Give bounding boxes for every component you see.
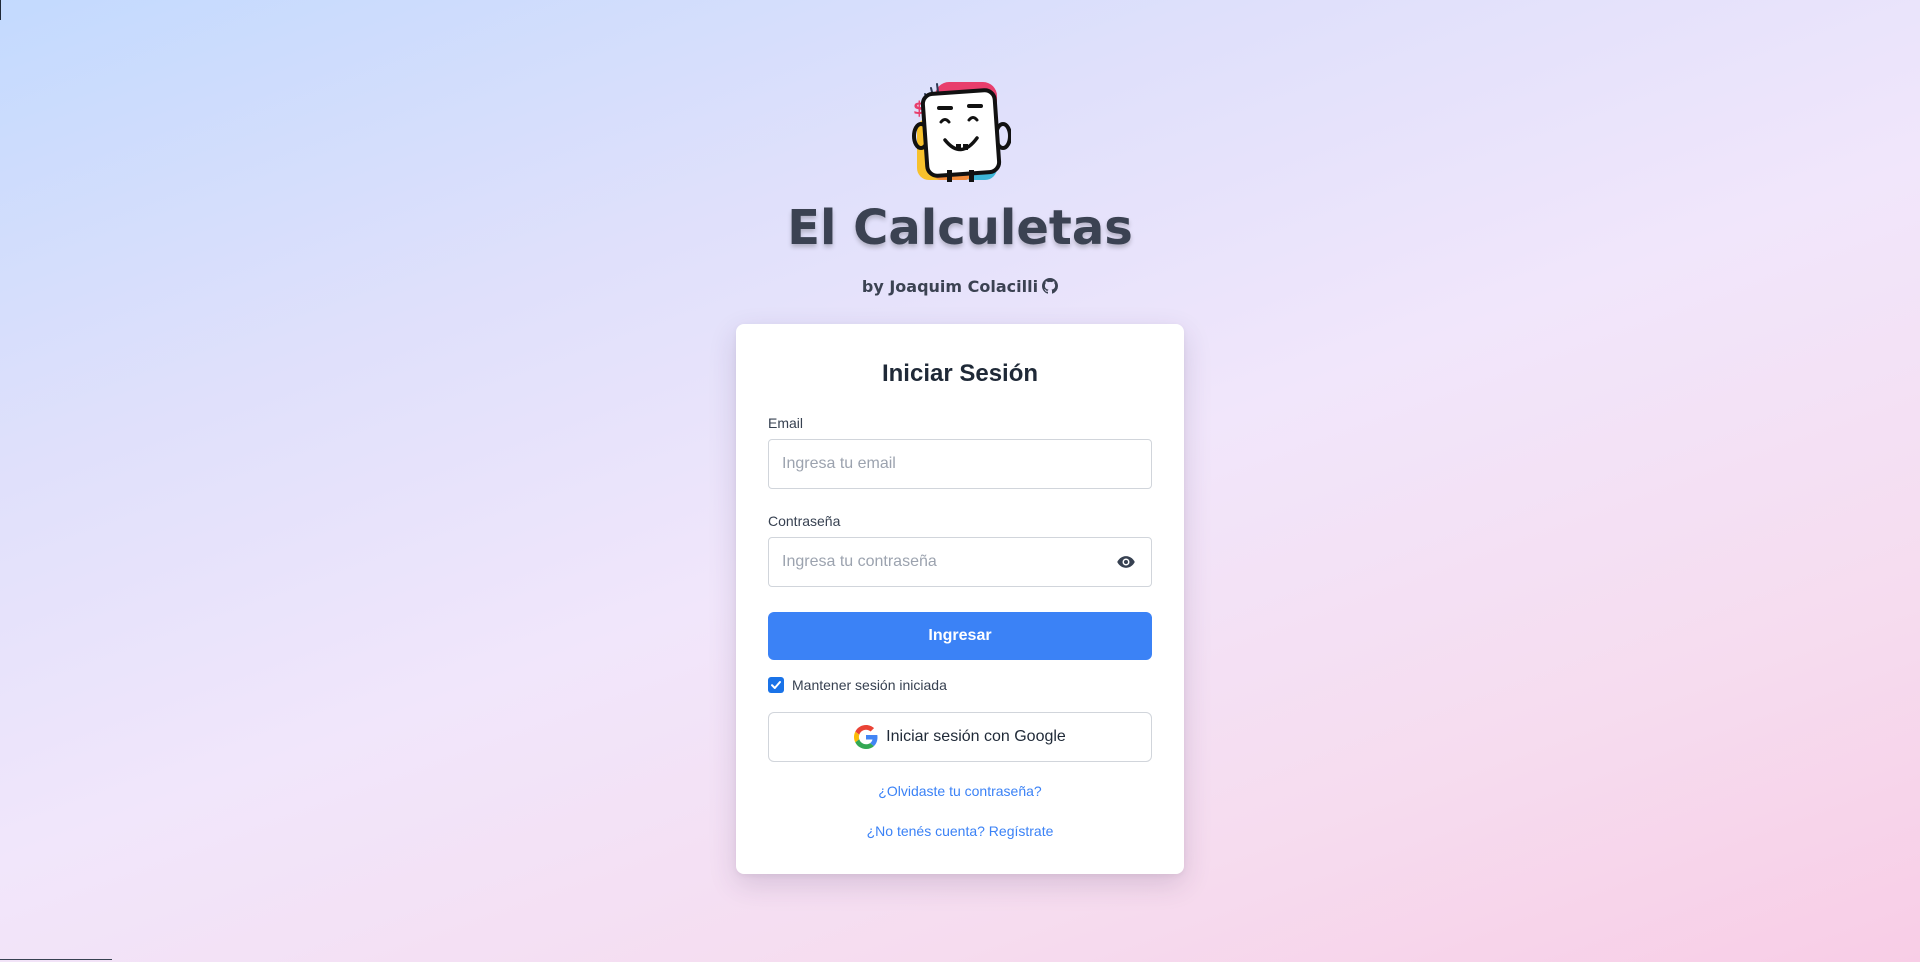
password-input[interactable]: [768, 537, 1152, 587]
login-title: Iniciar Sesión: [881, 360, 1039, 387]
byline[interactable]: by Joaquim Colacilli: [0, 276, 1920, 298]
password-label: Contraseña: [768, 513, 841, 529]
email-label: Email: [768, 415, 804, 431]
email-input[interactable]: [768, 439, 1152, 489]
calculator-mascot-logo: $: [912, 82, 1011, 182]
byline-text: by Joaquim Colacilli: [861, 277, 1039, 296]
app-title: El Calculetas: [787, 200, 1133, 256]
text-cursor-mark: [0, 0, 1, 20]
eye-icon[interactable]: [1116, 552, 1136, 572]
login-card: Iniciar Sesión Email Contraseña Ingresar…: [736, 324, 1184, 874]
google-login-button[interactable]: Iniciar sesión con Google: [768, 712, 1152, 762]
register-link[interactable]: ¿No tenés cuenta? Regístrate: [736, 822, 1184, 840]
google-login-label: Iniciar sesión con Google: [886, 728, 1066, 745]
github-icon[interactable]: [1042, 278, 1059, 294]
remember-session[interactable]: Mantener sesión iniciada: [768, 676, 947, 694]
remember-checkbox[interactable]: [768, 677, 784, 693]
check-icon: [771, 681, 781, 689]
forgot-password-link[interactable]: ¿Olvidaste tu contraseña?: [736, 782, 1184, 800]
remember-label: Mantener sesión iniciada: [792, 677, 947, 693]
google-icon: [854, 725, 878, 749]
login-button[interactable]: Ingresar: [768, 612, 1152, 660]
bottom-divider: [0, 959, 112, 960]
